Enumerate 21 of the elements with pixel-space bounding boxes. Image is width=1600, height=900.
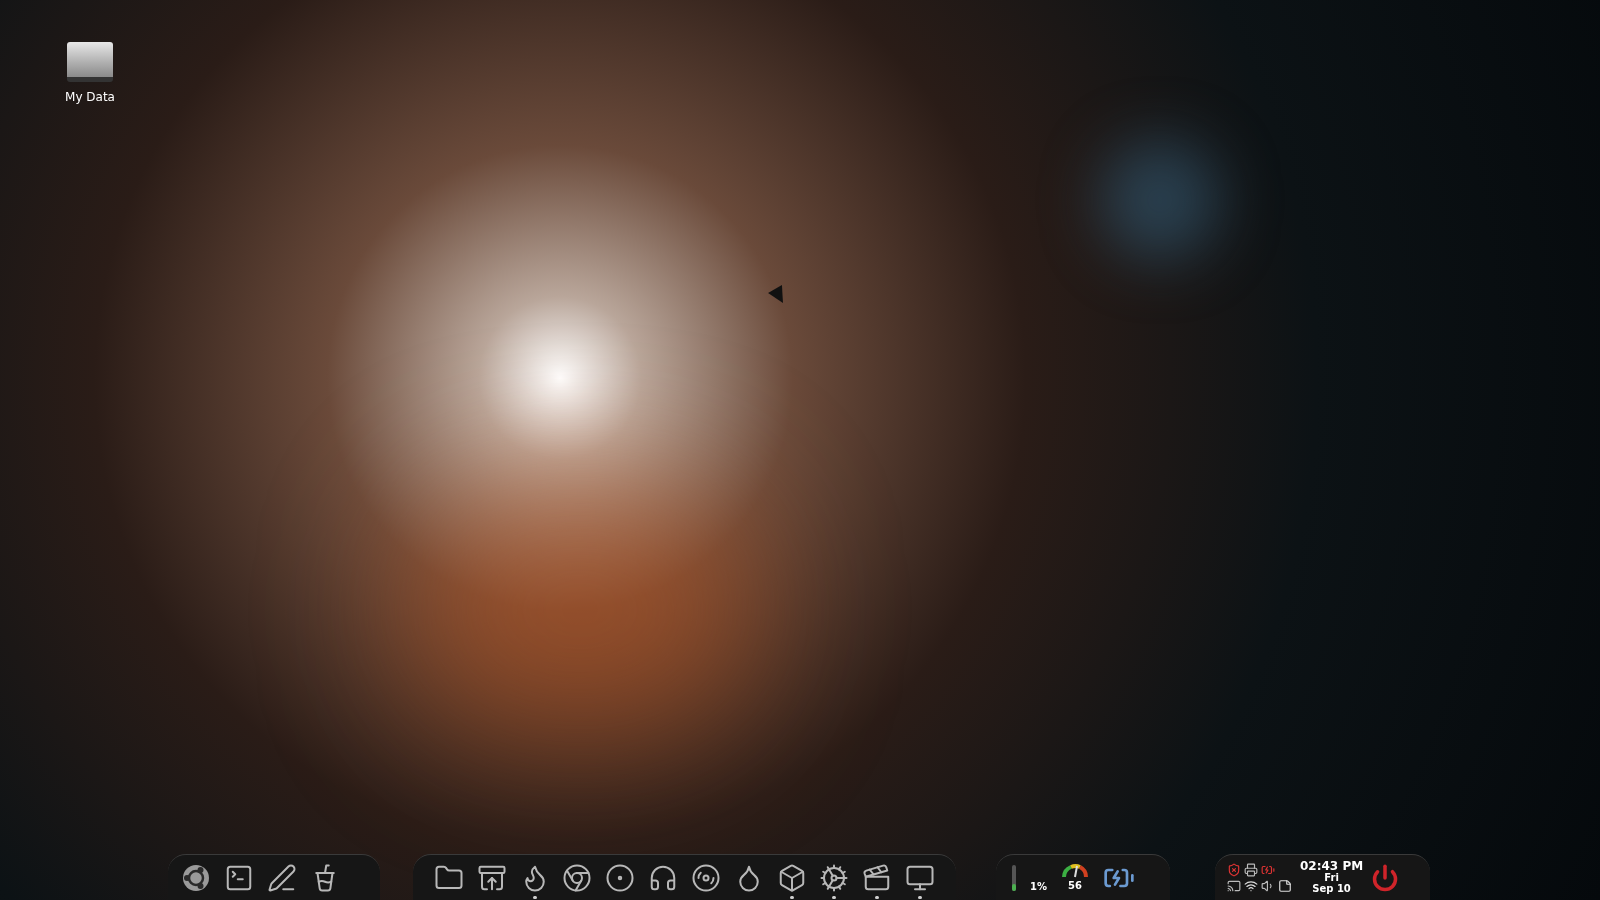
browser-icon [562,862,593,893]
cpu-reading: 1% [1030,880,1047,894]
shield-icon[interactable] [1227,862,1241,877]
clock-day[interactable]: Fri [1324,872,1339,883]
media-icon[interactable] [1227,878,1241,893]
printer-icon[interactable] [1244,862,1258,877]
power-icon[interactable] [1371,863,1400,892]
logo-icon [181,862,211,893]
clock-date[interactable]: Sep 10 [1312,883,1351,894]
volume-icon[interactable] [1261,878,1275,893]
ring-icon [605,862,636,893]
gear-icon [819,862,850,893]
clock-time[interactable]: 02:43 PM [1300,861,1364,872]
icon-label[interactable]: My Data [65,88,115,106]
gauge-reading: 56 [1068,879,1082,893]
drive-icon[interactable] [67,42,113,82]
note-icon[interactable] [1278,878,1292,893]
disc-icon [690,862,721,893]
gauge-icon [1061,862,1089,878]
wifi-icon[interactable] [1244,878,1258,893]
pen-icon [267,862,297,893]
